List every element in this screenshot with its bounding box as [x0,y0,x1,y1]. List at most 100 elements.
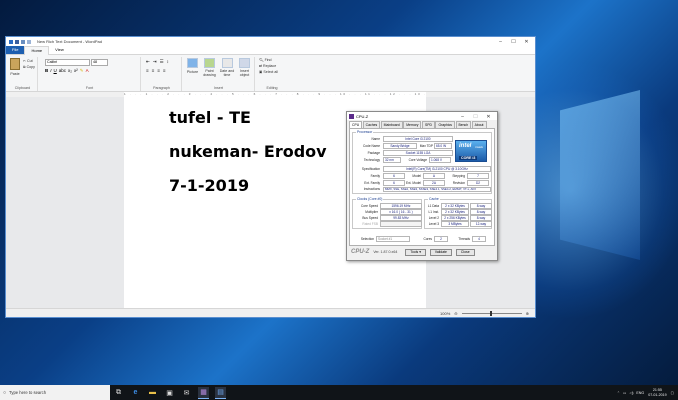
intel-logo-core: CORE i3 [459,156,478,160]
codename-value: Sandy Bridge [383,143,417,149]
save-icon[interactable] [15,39,19,44]
validate-button[interactable]: Validate [429,248,452,256]
wordpad-app-icon[interactable] [9,39,13,44]
picture-button[interactable]: Picture [185,58,200,74]
maximize-icon[interactable]: ☐ [507,37,520,46]
line-spacing-icon[interactable]: ↕ [167,59,169,65]
strikethrough-button[interactable]: abc [59,68,66,74]
highlight-icon[interactable]: ✎ [80,68,84,74]
wordpad-taskbar-icon[interactable]: ▤ [215,386,226,399]
mail-icon[interactable]: ✉ [181,387,192,398]
language-indicator[interactable]: ENG [636,391,644,395]
close-icon[interactable]: ✕ [520,37,533,46]
paste-button[interactable]: Paste [10,58,20,76]
wordpad-titlebar[interactable]: New Rich Text Document - WordPad – ☐ ✕ [6,37,535,46]
cut-label: Cut [27,59,33,63]
search-box[interactable]: ○ Type here to search [0,385,110,400]
level3-label: Level 3 [428,222,439,226]
cpuz-tab-spd[interactable]: SPD [421,121,435,128]
bullets-icon[interactable]: ☰ [160,59,164,65]
stepping-value: 7 [467,173,489,179]
system-tray: ⌃ ▭ ◁) ENG 21:55 07-01-2019 ▢ [617,385,674,400]
document-line-2[interactable]: nukeman- Erodov [169,142,327,161]
selection-select[interactable]: Socket #1 [376,236,410,242]
ext-family-value: 6 [383,180,405,186]
cpuz-close-icon[interactable]: ✕ [482,112,495,121]
date-time-button[interactable]: Date and time [219,58,235,77]
paint-drawing-button[interactable]: Paint drawing [201,58,218,77]
volume-icon[interactable]: ◁) [629,391,633,395]
select-all-button[interactable]: ▣ Select all [259,70,278,74]
stepping-label: Stepping [452,174,465,178]
align-center-icon[interactable]: ≡ [152,68,155,73]
redo-icon[interactable] [27,39,31,44]
cpuz-tab-about[interactable]: About [471,121,487,128]
minimize-icon[interactable]: – [494,37,507,46]
tools-button[interactable]: Tools ▾ [405,248,426,256]
insert-object-label: Insert object [239,69,250,77]
file-explorer-icon[interactable]: ▬ [147,387,158,398]
italic-button[interactable]: I [50,68,51,74]
font-group-label: Font [85,86,94,90]
zoom-in-icon[interactable]: ⊕ [526,311,529,316]
task-view-icon[interactable]: ⧉ [113,387,124,398]
justify-icon[interactable]: ≡ [163,68,166,73]
technology-label: Technology [363,158,380,162]
revision-value: D2 [467,180,489,186]
zoom-out-icon[interactable]: ⊖ [454,311,457,316]
paint-drawing-label: Paint drawing [203,69,216,77]
subscript-button[interactable]: x₂ [68,68,72,74]
find-button[interactable]: 🔍︎ Find [259,58,272,62]
cpuz-brand: CPU-Z [351,249,370,255]
cut-button[interactable]: ✂ Cut [23,59,33,63]
ribbon-tabs: File Home View [6,45,535,55]
align-left-icon[interactable]: ≡ [146,68,149,73]
zoom-slider-thumb[interactable] [489,310,492,316]
document-line-3[interactable]: 7-1-2019 [169,176,249,195]
font-color-icon[interactable]: A [86,68,89,74]
cpuz-tab-caches[interactable]: Caches [362,121,381,128]
undo-icon[interactable] [21,39,25,44]
rated-fsb-label: Rated FSB [362,222,378,226]
model-label: Model [412,174,421,178]
l1-inst-label: L1 Inst. [428,210,439,214]
cpuz-tab-cpu[interactable]: CPU [349,121,363,128]
zoom-slider[interactable] [461,310,522,316]
cpuz-tab-memory[interactable]: Memory [403,121,422,128]
cpuz-tab-graphics[interactable]: Graphics [435,121,456,128]
cpuz-taskbar-icon[interactable]: ▦ [198,386,209,399]
tab-view[interactable]: View [49,46,70,54]
decrease-indent-icon[interactable]: ⇤ [146,59,150,65]
paste-icon [10,58,20,70]
notifications-icon[interactable]: ▢ [671,391,674,395]
editing-group-label: Editing [266,86,278,90]
core-speed-label: Core Speed [360,204,378,208]
chevron-up-icon[interactable]: ⌃ [617,391,620,395]
model-value: A [423,173,445,179]
copy-button[interactable]: ⧉ Copy [23,65,35,69]
font-size-select[interactable]: 48 [91,59,108,66]
cpuz-titlebar[interactable]: CPU-Z – ☐ ✕ [347,112,497,120]
document-line-1[interactable]: tufel - TE [169,108,251,127]
tab-file[interactable]: File [6,46,25,54]
edge-icon[interactable]: e [130,387,141,398]
underline-button[interactable]: U [54,68,57,74]
network-icon[interactable]: ▭ [623,391,626,395]
tab-home[interactable]: Home [24,45,50,55]
superscript-button[interactable]: x² [74,68,78,74]
cpuz-tab-mainboard[interactable]: Mainboard [380,121,403,128]
replace-button[interactable]: ⇄ Replace [259,64,276,68]
store-icon[interactable]: ▣ [164,387,175,398]
close-button[interactable]: Close [455,248,475,256]
insert-object-button[interactable]: Insert object [236,58,253,77]
font-family-select[interactable]: Calibri [45,59,90,66]
cache-section: Cache L1 Data 2 x 32 KBytes 8-way L1 Inst.… [424,197,492,229]
align-right-icon[interactable]: ≡ [157,68,160,73]
cpuz-maximize-icon[interactable]: ☐ [469,112,482,121]
increase-indent-icon[interactable]: ⇥ [153,59,157,65]
cpuz-tab-bench[interactable]: Bench [455,121,472,128]
cpuz-window[interactable]: CPU-Z – ☐ ✕ CPU Caches Mainboard Memory … [346,111,498,261]
clock[interactable]: 21:55 07-01-2019 [648,388,666,398]
cpuz-minimize-icon[interactable]: – [456,112,469,121]
bold-button[interactable]: B [45,68,48,74]
